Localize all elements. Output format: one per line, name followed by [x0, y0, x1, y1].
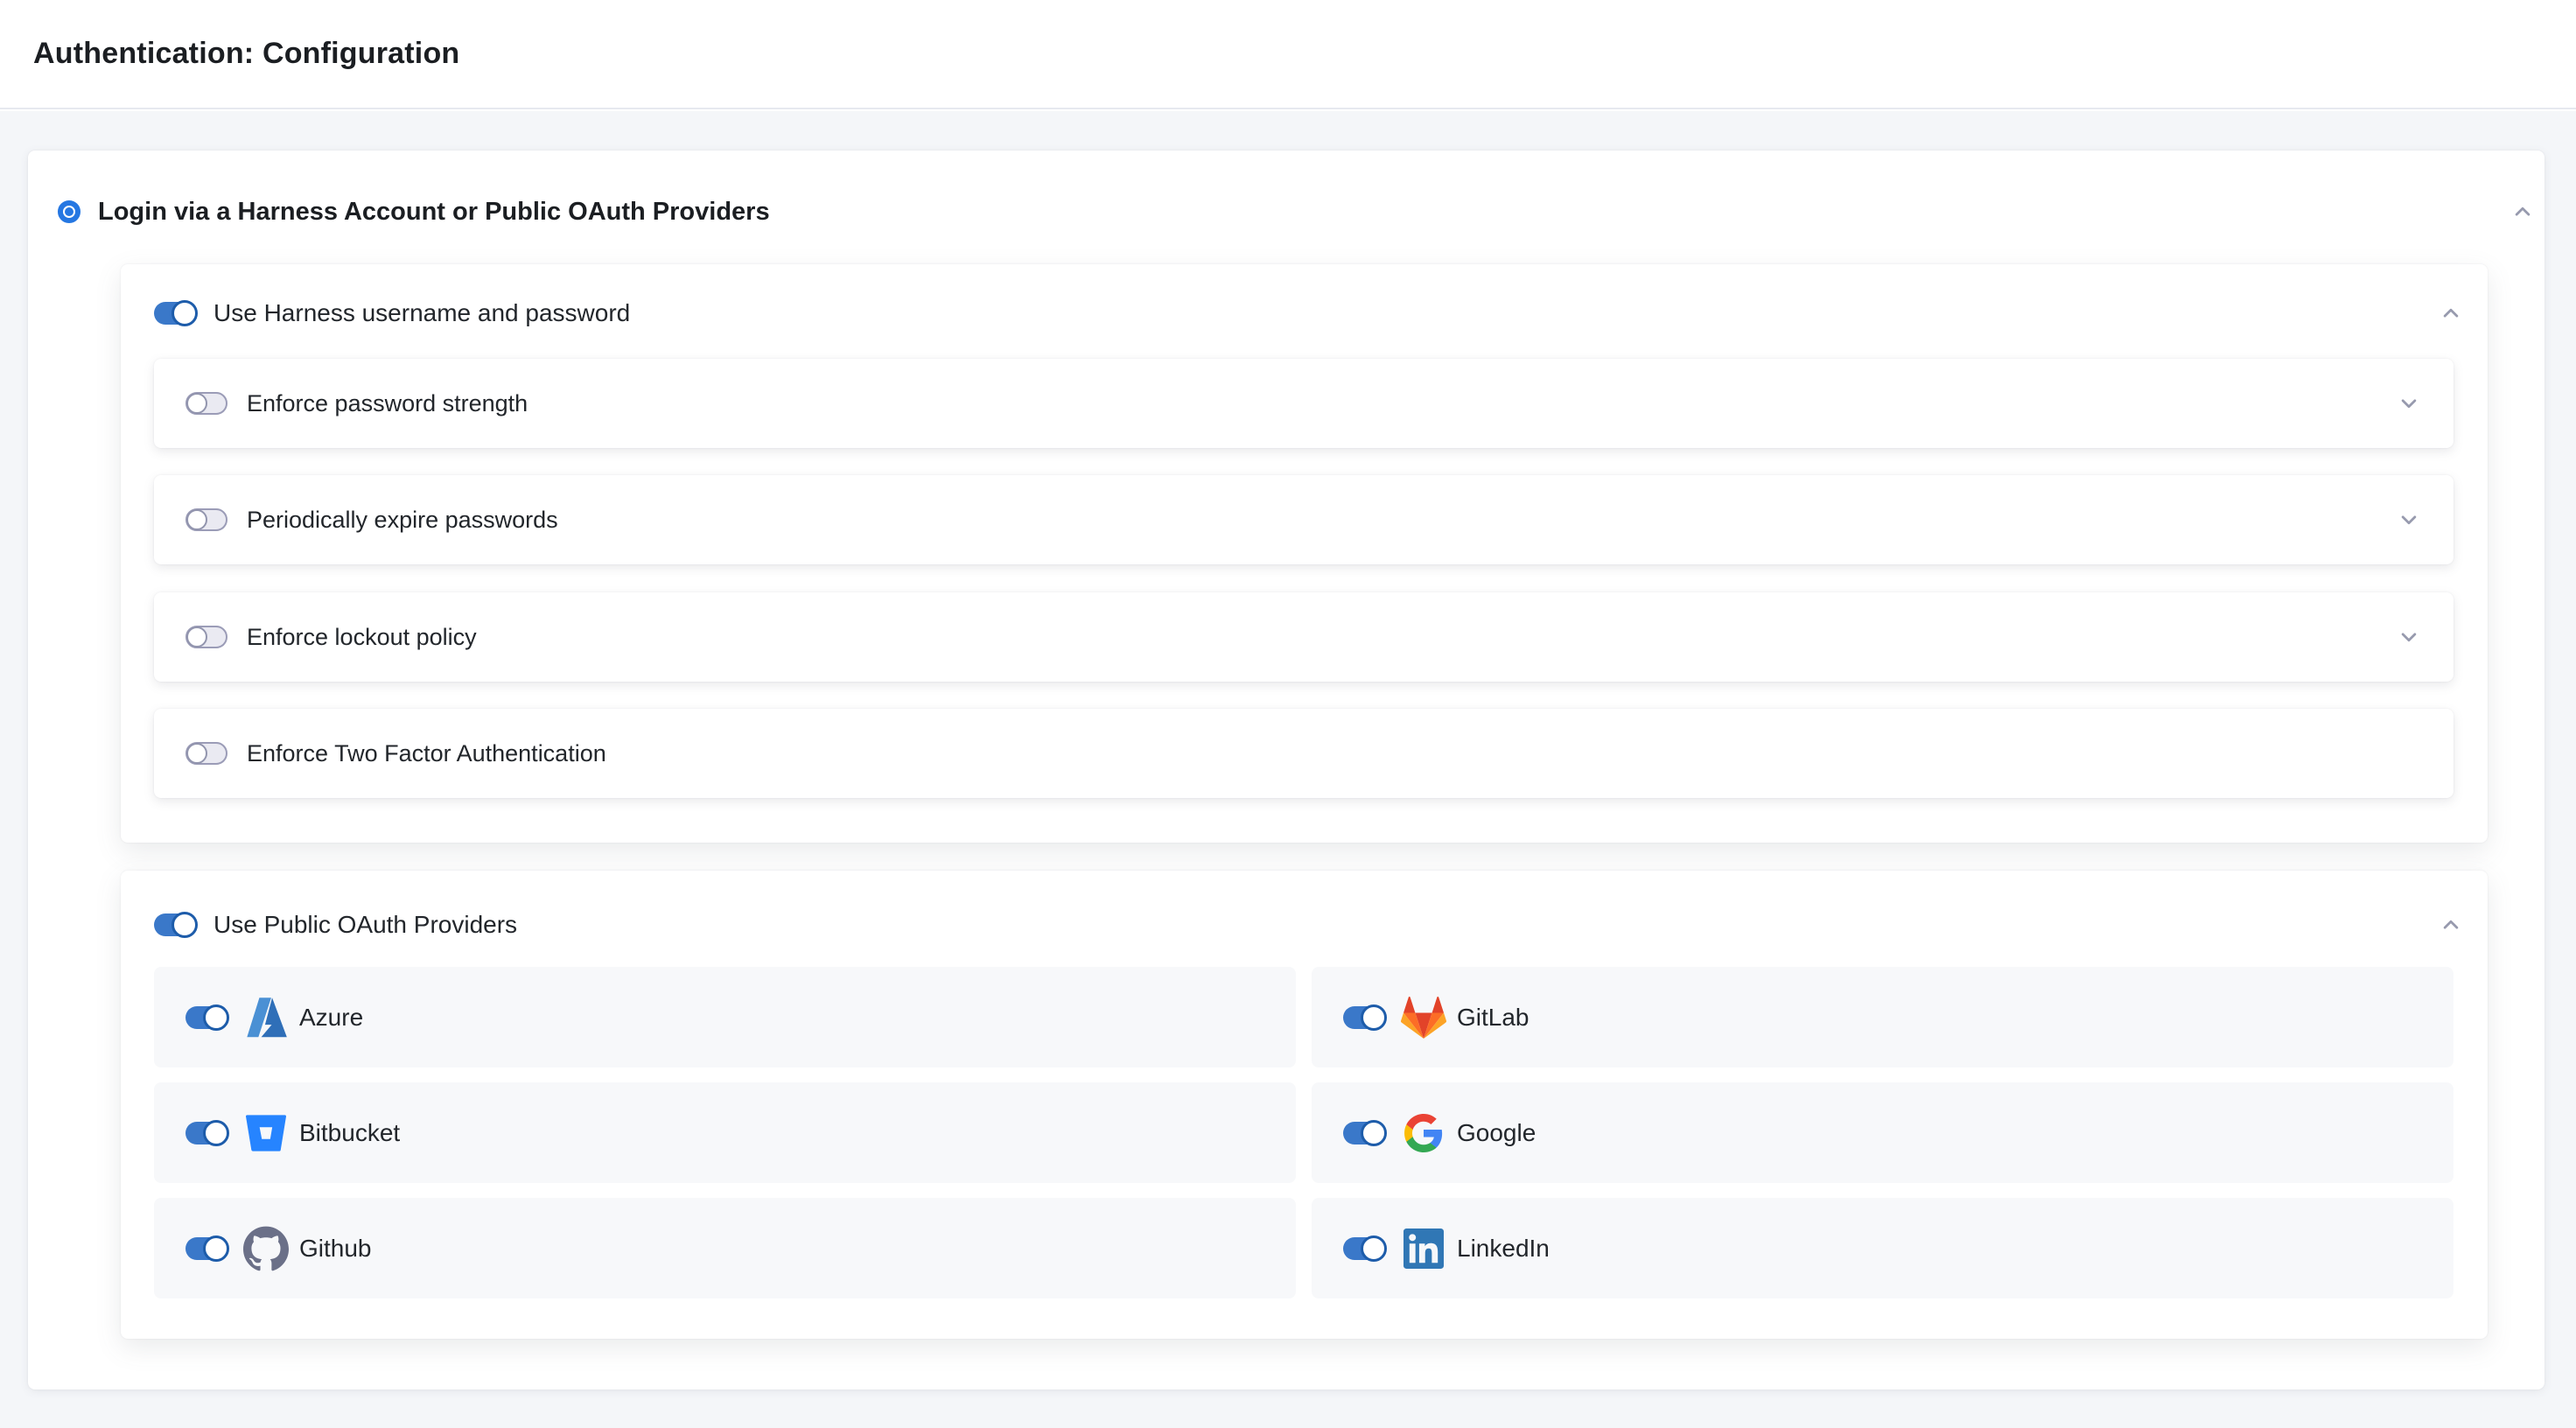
provider-name: Bitbucket — [299, 1119, 400, 1147]
setting-label: Periodically expire passwords — [247, 507, 558, 534]
section-collapse-icon[interactable] — [2510, 199, 2536, 225]
login-option-label: Login via a Harness Account or Public OA… — [98, 198, 770, 227]
chevron-down-icon[interactable] — [2396, 624, 2422, 650]
azure-icon — [242, 993, 290, 1042]
github-icon — [242, 1224, 290, 1273]
oauth-label: Use Public OAuth Providers — [214, 911, 517, 939]
username-password-header: Use Harness username and password — [154, 282, 2464, 345]
setting-row-periodically-expire-passwords[interactable]: Periodically expire passwords — [154, 475, 2454, 564]
page-content: Login via a Harness Account or Public OA… — [0, 111, 2576, 1428]
providers-grid: Azure G — [154, 967, 2454, 1298]
enforce-lockout-policy-toggle[interactable] — [186, 626, 228, 648]
provider-name: Google — [1457, 1119, 1536, 1147]
linkedin-icon — [1399, 1224, 1448, 1273]
page-header: Authentication: Configuration — [0, 0, 2576, 109]
github-toggle[interactable] — [186, 1237, 228, 1260]
provider-linkedin[interactable]: LinkedIn — [1312, 1198, 2454, 1298]
enforce-password-strength-toggle[interactable] — [186, 392, 228, 415]
google-icon — [1399, 1109, 1448, 1158]
periodically-expire-passwords-toggle[interactable] — [186, 508, 228, 531]
page-title: Authentication: Configuration — [33, 37, 459, 71]
provider-name: GitLab — [1457, 1004, 1530, 1032]
oauth-toggle[interactable] — [154, 914, 196, 936]
setting-label: Enforce password strength — [247, 390, 528, 417]
provider-bitbucket[interactable]: Bitbucket — [154, 1082, 1296, 1183]
google-toggle[interactable] — [1343, 1122, 1385, 1144]
auth-mechanism-card: Login via a Harness Account or Public OA… — [28, 150, 2544, 1390]
gitlab-icon — [1399, 993, 1448, 1042]
setting-row-enforce-password-strength[interactable]: Enforce password strength — [154, 359, 2454, 448]
setting-label: Enforce lockout policy — [247, 624, 477, 651]
username-password-card: Use Harness username and password Enforc… — [121, 264, 2488, 843]
provider-gitlab[interactable]: GitLab — [1312, 967, 2454, 1068]
provider-name: Azure — [299, 1004, 363, 1032]
username-password-toggle[interactable] — [154, 302, 196, 325]
login-option-radio[interactable] — [58, 200, 80, 223]
provider-name: LinkedIn — [1457, 1235, 1550, 1263]
oauth-header: Use Public OAuth Providers — [154, 893, 2464, 956]
setting-row-enforce-lockout-policy[interactable]: Enforce lockout policy — [154, 592, 2454, 682]
linkedin-toggle[interactable] — [1343, 1237, 1385, 1260]
username-password-label: Use Harness username and password — [214, 299, 630, 327]
chevron-down-icon[interactable] — [2396, 507, 2422, 533]
provider-name: Github — [299, 1235, 372, 1263]
gitlab-toggle[interactable] — [1343, 1006, 1385, 1029]
setting-label: Enforce Two Factor Authentication — [247, 740, 606, 767]
provider-azure[interactable]: Azure — [154, 967, 1296, 1068]
azure-toggle[interactable] — [186, 1006, 228, 1029]
bitbucket-icon — [242, 1109, 290, 1158]
setting-row-enforce-two-factor-authentication[interactable]: Enforce Two Factor Authentication — [154, 709, 2454, 798]
chevron-down-icon[interactable] — [2396, 390, 2422, 416]
enforce-two-factor-authentication-toggle[interactable] — [186, 742, 228, 765]
provider-google[interactable]: Google — [1312, 1082, 2454, 1183]
login-option-row[interactable]: Login via a Harness Account or Public OA… — [58, 175, 2536, 248]
username-password-collapse-icon[interactable] — [2438, 300, 2464, 326]
oauth-providers-card: Use Public OAuth Providers Azure — [121, 871, 2488, 1339]
oauth-collapse-icon[interactable] — [2438, 912, 2464, 938]
provider-github[interactable]: Github — [154, 1198, 1296, 1298]
bitbucket-toggle[interactable] — [186, 1122, 228, 1144]
